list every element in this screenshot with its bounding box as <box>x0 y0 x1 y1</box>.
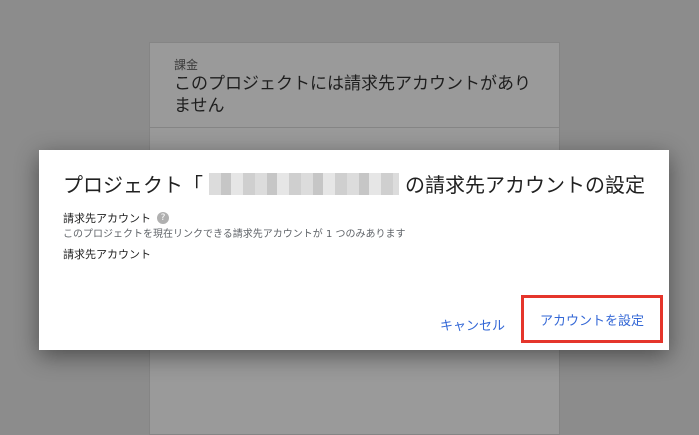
card-divider <box>150 127 559 128</box>
field-label-text: 請求先アカウント <box>63 212 151 225</box>
set-account-button[interactable]: アカウントを設定 <box>521 295 663 343</box>
billing-account-field-label: 請求先アカウント ? <box>63 210 169 226</box>
dialog-title-suffix: の請求先アカウントの設定 <box>405 173 645 197</box>
billing-account-select-label[interactable]: 請求先アカウント <box>63 246 151 262</box>
billing-status-text: このプロジェクトには請求先アカウントがありません <box>174 74 531 116</box>
billing-account-description: このプロジェクトを現在リンクできる請求先アカウントが 1 つのみあります <box>63 229 406 240</box>
dialog-title-prefix: プロジェクト「 <box>63 173 203 197</box>
dialog-title: プロジェクト「 の請求先アカウントの設定 <box>63 169 645 198</box>
billing-account-dialog: プロジェクト「 の請求先アカウントの設定 請求先アカウント ? このプロジェクト… <box>39 150 669 350</box>
redacted-project-name <box>209 172 399 195</box>
help-icon[interactable]: ? <box>157 212 169 224</box>
cancel-button[interactable]: キャンセル <box>440 315 505 334</box>
billing-label: 課金 <box>174 58 199 72</box>
